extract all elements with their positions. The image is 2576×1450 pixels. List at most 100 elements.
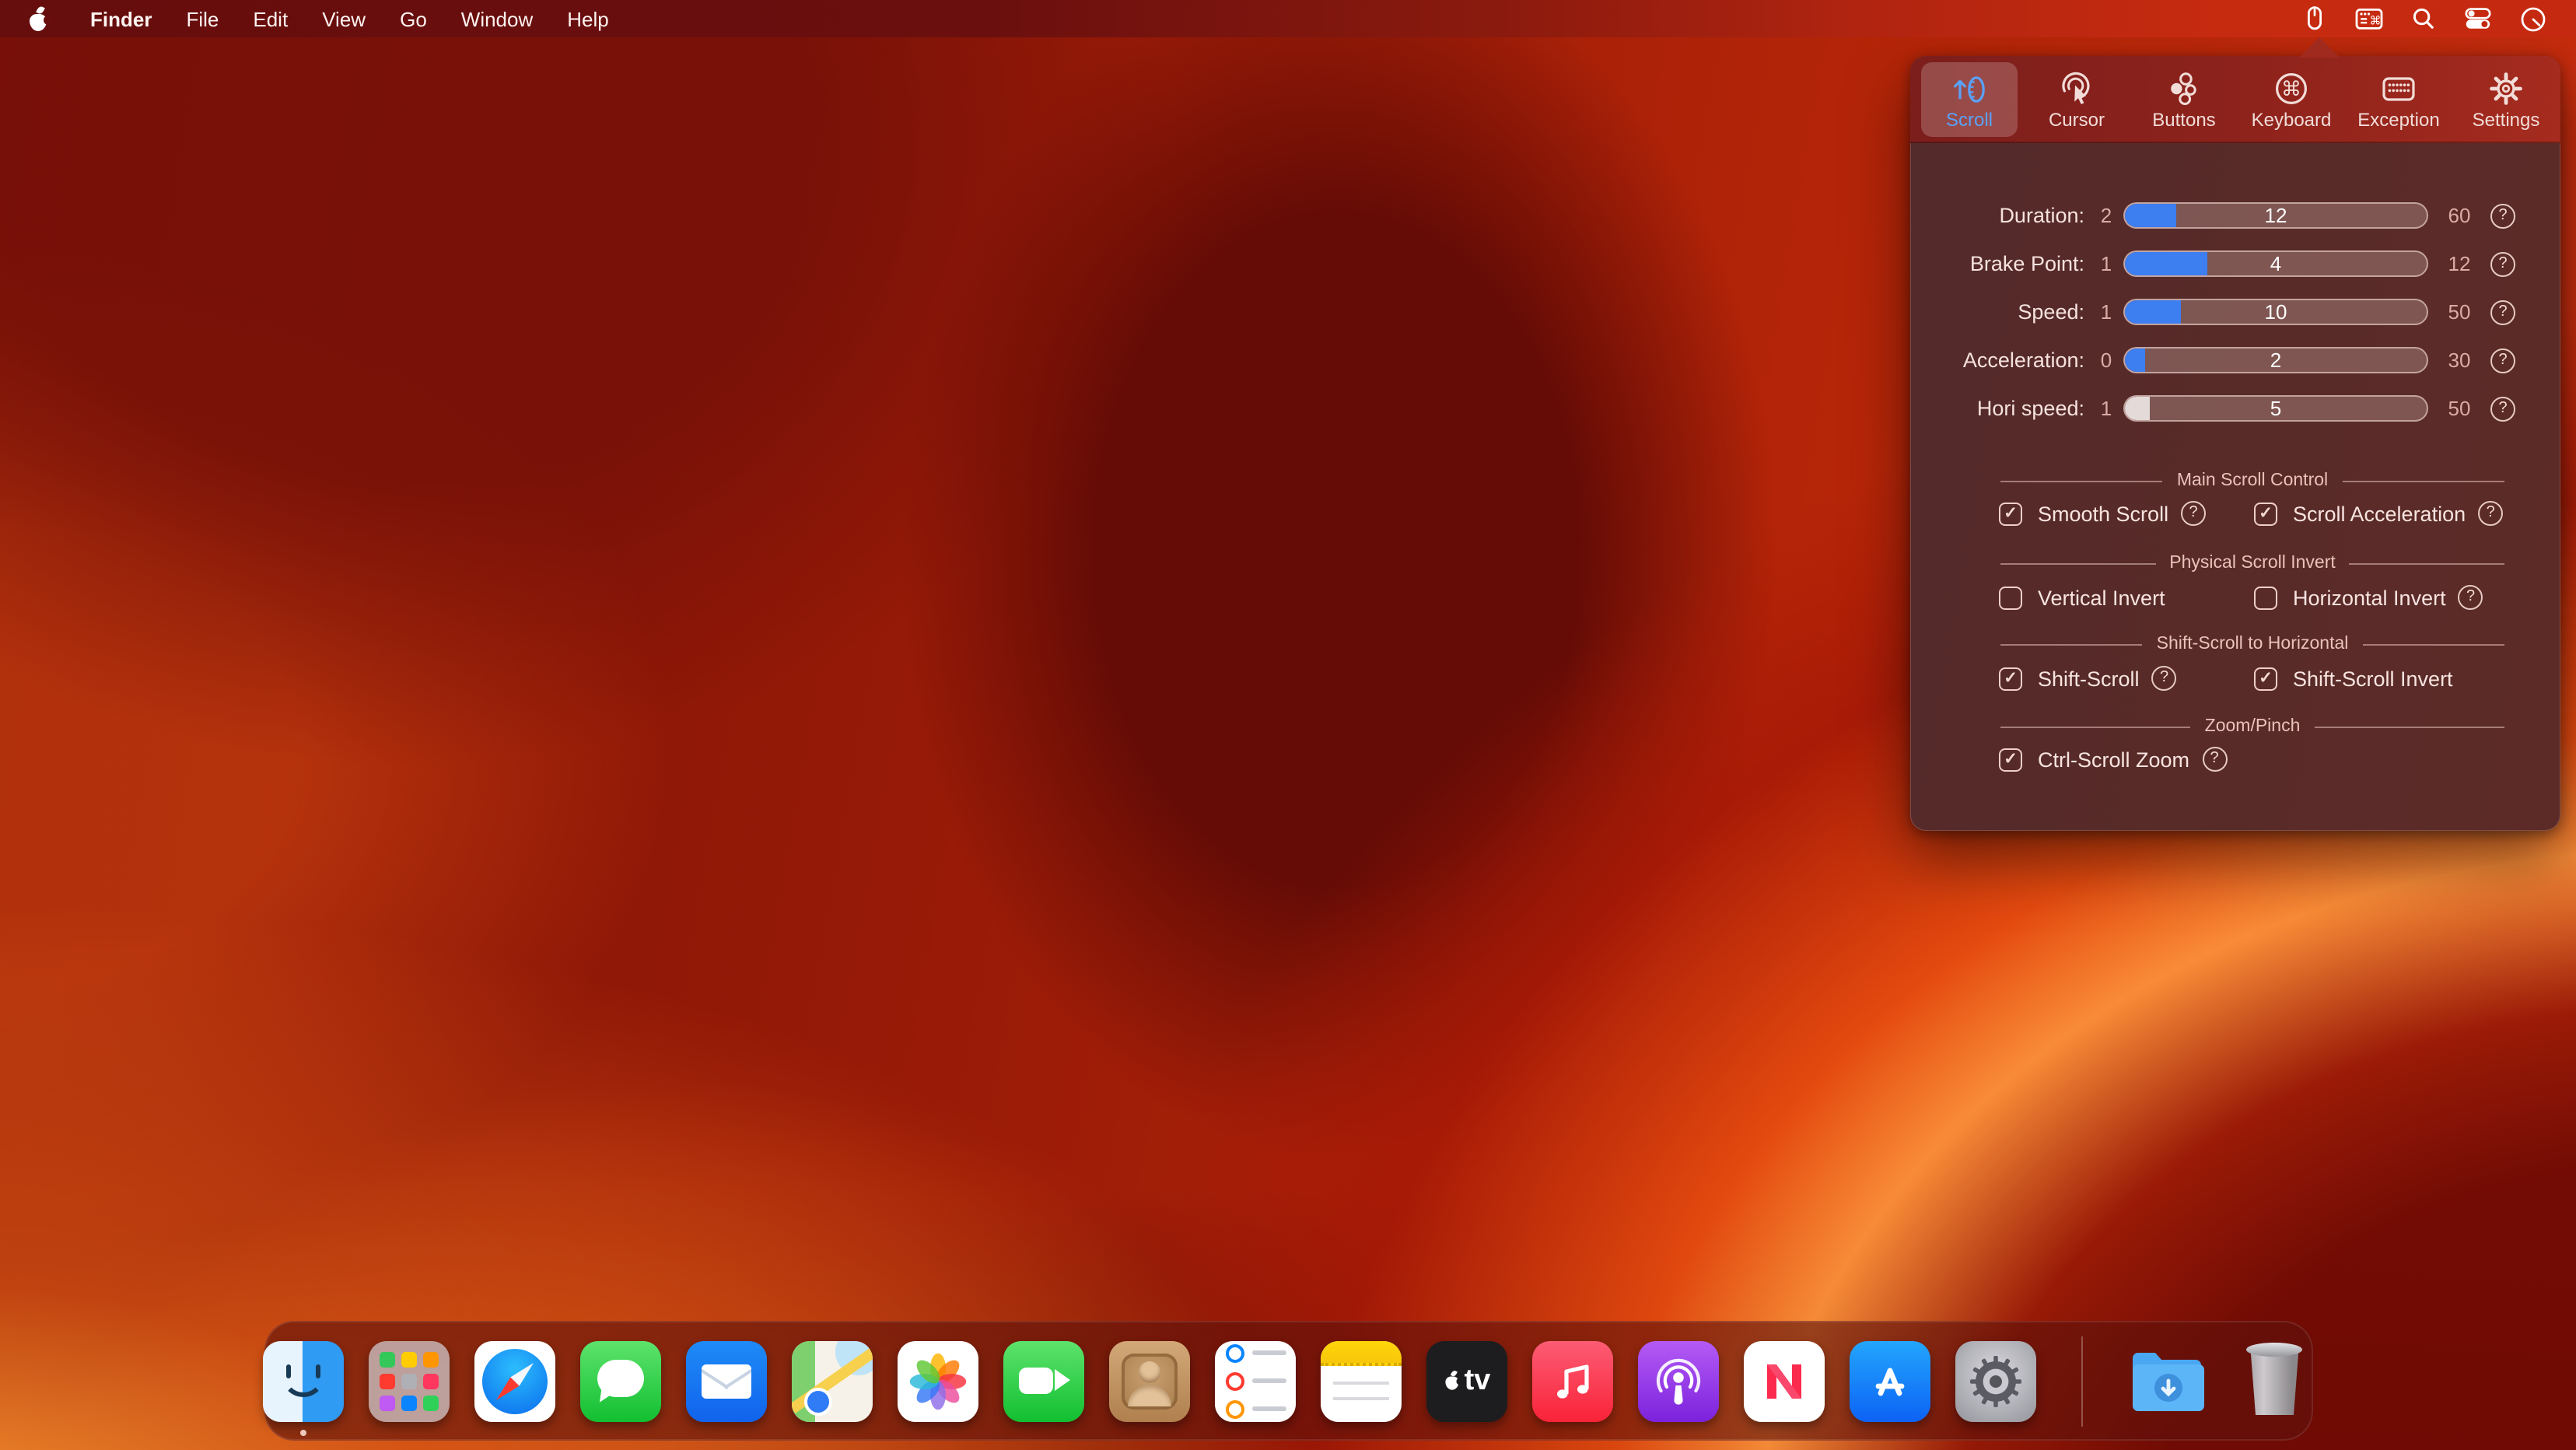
tab-exception[interactable]: Exception <box>2350 61 2447 136</box>
slider-track-hori-speed[interactable]: 5 <box>2123 395 2428 422</box>
apple-icon <box>28 7 48 30</box>
slider-track-speed[interactable]: 10 <box>2123 299 2428 325</box>
dock-downloads[interactable] <box>2129 1340 2210 1421</box>
clock-icon[interactable] <box>2506 0 2560 37</box>
tab-cursor[interactable]: Cursor <box>2028 61 2125 136</box>
slider-row-speed: Speed:11050? <box>1910 288 2560 336</box>
option-horizontal-invert[interactable]: Horizontal Invert? <box>2254 580 2483 615</box>
checkbox-label: Horizontal Invert <box>2293 586 2446 609</box>
slider-label: Acceleration: <box>1910 348 2084 372</box>
menu-bar-status-area: ⌘ <box>2288 0 2576 37</box>
checkbox-smooth-scroll[interactable]: ✓ <box>1999 502 2022 525</box>
section-row: ✓Smooth Scroll?✓Scroll Acceleration? <box>1910 496 2560 531</box>
menu-file[interactable]: File <box>169 0 236 37</box>
help-button[interactable]: ? <box>2490 348 2515 373</box>
help-button[interactable]: ? <box>2478 501 2503 526</box>
dock-launchpad[interactable] <box>369 1340 450 1421</box>
shortcuts-window-icon[interactable]: ⌘ <box>2341 0 2397 37</box>
checkbox-vertical-invert[interactable] <box>1999 586 2022 609</box>
dock-facetime[interactable] <box>1003 1340 1084 1421</box>
menu-window[interactable]: Window <box>444 0 551 37</box>
slider-row-brake-point: Brake Point:1412? <box>1910 240 2560 288</box>
option-vertical-invert[interactable]: Vertical Invert <box>1999 580 2165 615</box>
option-smooth-scroll[interactable]: ✓ Smooth Scroll? <box>1999 496 2206 531</box>
menu-edit[interactable]: Edit <box>236 0 305 37</box>
apple-menu[interactable] <box>0 0 58 37</box>
dock-news[interactable] <box>1744 1340 1825 1421</box>
slider-max: 50 <box>2441 397 2478 420</box>
dock-contacts[interactable] <box>1109 1340 1190 1421</box>
dock-reminders[interactable] <box>1215 1340 1296 1421</box>
option-shift-scroll[interactable]: ✓ Shift-Scroll? <box>1999 661 2177 695</box>
slider-label: Brake Point: <box>1910 252 2084 275</box>
section-title: Physical Scroll Invert <box>2169 554 2335 573</box>
menu-bar-left: FinderFileEditViewGoWindowHelp <box>0 0 626 37</box>
checkbox-ctrl-scroll-zoom[interactable]: ✓ <box>1999 748 2022 771</box>
help-button[interactable]: ? <box>2202 747 2227 772</box>
tab-settings[interactable]: Settings <box>2458 61 2554 136</box>
dock-maps[interactable] <box>792 1340 873 1421</box>
slider-value: 2 <box>2125 348 2427 372</box>
tab-label: Keyboard <box>2252 110 2332 129</box>
option-shift-scroll-invert[interactable]: ✓Shift-Scroll Invert <box>2254 661 2453 695</box>
help-button[interactable]: ? <box>2490 396 2515 421</box>
divider-line <box>2342 480 2504 482</box>
help-button[interactable]: ? <box>2181 501 2206 526</box>
menu-finder[interactable]: Finder <box>73 0 169 37</box>
control-center-icon[interactable] <box>2450 0 2506 37</box>
help-button[interactable]: ? <box>2152 666 2177 691</box>
slider-label: Duration: <box>1910 204 2084 227</box>
slider-min: 0 <box>2091 348 2122 372</box>
help-button[interactable]: ? <box>2490 203 2515 228</box>
divider-line <box>2000 643 2143 645</box>
dock-photos[interactable] <box>898 1340 978 1421</box>
dock-messages[interactable] <box>580 1340 661 1421</box>
divider-line <box>2000 726 2191 727</box>
checkbox-label: Ctrl-Scroll Zoom <box>2038 748 2189 771</box>
slider-row-duration: Duration:21260? <box>1910 191 2560 240</box>
dock-notes[interactable] <box>1321 1340 1402 1421</box>
slider-min: 1 <box>2091 300 2122 324</box>
tab-buttons[interactable]: Buttons <box>2136 61 2232 136</box>
slider-track-brake-point[interactable]: 4 <box>2123 250 2428 277</box>
slider-row-acceleration: Acceleration: 02 30? <box>1910 336 2560 384</box>
mos-mouse-icon[interactable] <box>2288 0 2341 37</box>
slider-max: 12 <box>2441 252 2478 275</box>
dock-tv[interactable]: tv <box>1426 1340 1507 1421</box>
checkbox-shift-scroll[interactable]: ✓ <box>1999 667 2022 690</box>
help-button[interactable]: ? <box>2490 251 2515 276</box>
dock-music[interactable] <box>1532 1340 1613 1421</box>
checkbox-horizontal-invert[interactable] <box>2254 586 2277 609</box>
checkbox-label: Smooth Scroll <box>2038 502 2168 525</box>
divider-line <box>2350 562 2504 564</box>
checkbox-label: Shift-Scroll <box>2038 667 2140 690</box>
slider-label: Hori speed: <box>1910 397 2084 420</box>
tab-keyboard[interactable]: ⌘Keyboard <box>2243 61 2340 136</box>
section-row: ✓ Ctrl-Scroll Zoom? <box>1910 742 2560 776</box>
menu-help[interactable]: Help <box>550 0 626 37</box>
spotlight-icon[interactable] <box>2397 0 2450 37</box>
dock-system-settings[interactable] <box>1955 1340 2036 1421</box>
slider-value: 4 <box>2125 252 2427 275</box>
slider-track-acceleration[interactable]: 2 <box>2123 347 2428 373</box>
divider-line <box>2000 480 2163 482</box>
section-header-physical-scroll-invert: Physical Scroll Invert <box>2000 551 2504 576</box>
help-button[interactable]: ? <box>2490 299 2515 324</box>
tab-scroll[interactable]: Scroll <box>1921 61 2018 136</box>
dock-mail[interactable] <box>686 1340 767 1421</box>
option-ctrl-scroll-zoom[interactable]: ✓ Ctrl-Scroll Zoom? <box>1999 742 2227 776</box>
checkbox-shift-scroll-invert[interactable]: ✓ <box>2254 667 2277 690</box>
dock-trash[interactable] <box>2235 1340 2315 1421</box>
dock-finder[interactable] <box>263 1340 344 1421</box>
slider-max: 30 <box>2441 348 2478 372</box>
tab-bar: ScrollCursorButtons⌘KeyboardExceptionSet… <box>1910 56 2560 143</box>
checkbox-scroll-acceleration[interactable]: ✓ <box>2254 502 2277 525</box>
dock-app-store[interactable] <box>1850 1340 1930 1421</box>
dock-podcasts[interactable] <box>1638 1340 1719 1421</box>
menu-view[interactable]: View <box>305 0 383 37</box>
slider-track-duration[interactable]: 12 <box>2123 202 2428 229</box>
dock-safari[interactable] <box>474 1340 555 1421</box>
menu-go[interactable]: Go <box>383 0 444 37</box>
help-button[interactable]: ? <box>2459 585 2483 610</box>
option-scroll-acceleration[interactable]: ✓Scroll Acceleration? <box>2254 496 2503 531</box>
